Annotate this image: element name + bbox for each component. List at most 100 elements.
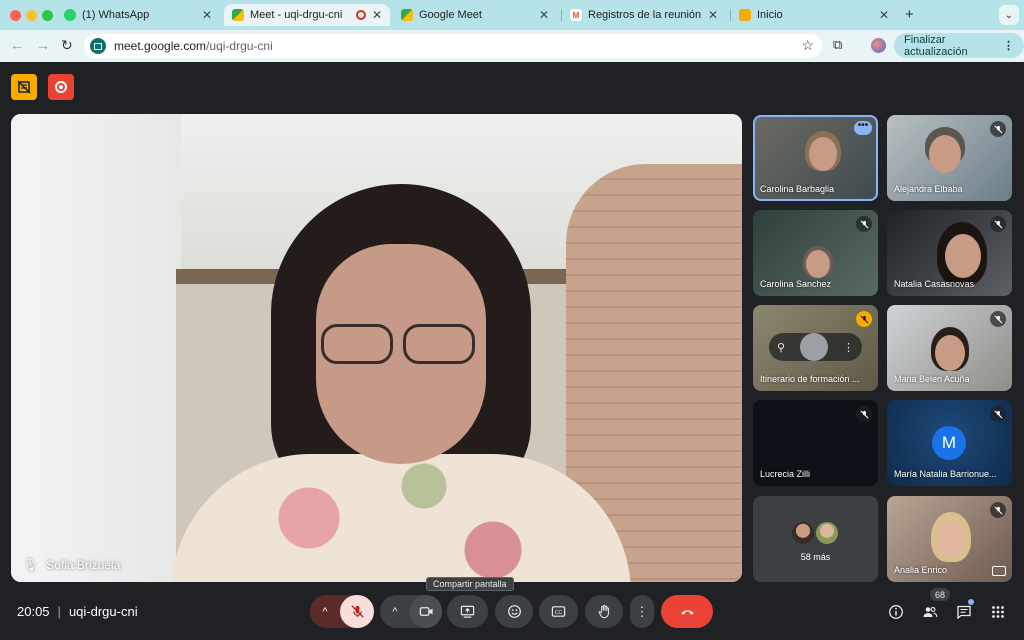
recording-indicator[interactable] [48,74,74,100]
tab-meet-active[interactable]: Meet - uqi-drgu-cni ✕ [224,4,390,26]
mic-off-icon [350,605,364,618]
apps-grid-icon [992,606,1004,618]
end-call-icon [680,610,694,615]
mic-off-icon [856,216,872,232]
meet-icon [401,9,413,21]
menu-dots-icon[interactable]: ⋮ [1003,39,1014,52]
extensions-icon[interactable]: ⧉ [833,37,842,53]
forward-icon[interactable]: → [36,37,50,53]
hand-icon [598,604,609,619]
tab-search-button[interactable]: ⌄ [999,5,1019,25]
leave-call-button[interactable] [661,595,713,628]
tab-registros[interactable]: M Registros de la reunión: 14 m ✕ [562,4,726,26]
update-button[interactable]: Finalizar actualización ⋮ [894,33,1024,58]
people-button[interactable] [920,602,940,622]
mic-control: ^ [310,595,374,628]
tab-title: Registros de la reunión: 14 m [588,9,702,21]
window-zoom-button[interactable] [42,10,53,21]
participant-tile[interactable]: Natalia Casasnovas [887,210,1012,296]
more-options-icon[interactable]: ⋮ [843,341,854,354]
more-vert-icon: ⋮ [635,603,649,619]
site-info-icon[interactable] [90,38,106,54]
meeting-code: uqi-drgu-cni [68,604,138,619]
gmail-icon: M [570,9,582,21]
mic-off-icon [990,406,1006,422]
chat-button[interactable] [954,602,974,622]
divider: | [57,604,61,619]
bookmark-star-icon[interactable]: ☆ [801,37,814,54]
participant-thumbnail [800,333,829,361]
avatar: M [932,426,966,460]
camera-control: ^ [380,595,442,628]
more-options-icon[interactable]: ••• [854,121,872,135]
mic-off-icon [990,121,1006,137]
present-icon [460,605,475,618]
participant-name: Maria Belen Acuña [894,374,970,384]
meeting-details-button[interactable] [886,602,906,622]
participant-name: Analia Enrico [894,565,948,575]
avatar [790,520,816,546]
reload-icon[interactable]: ↻ [61,37,73,54]
tab-whatsapp[interactable]: (1) WhatsApp ✕ [56,4,220,26]
participant-name: Carolina Barbaglia [760,184,835,194]
browser-toolbar: ← → ↻ meet.google.com/uqi-drgu-cni ☆ ⧉ F… [0,30,1024,62]
profile-avatar[interactable] [871,38,886,53]
meeting-info: 20:05 | uqi-drgu-cni [17,604,138,619]
url-host: meet.google.com [114,39,207,53]
mic-off-icon [990,216,1006,232]
presenting-icon: 🎙 [23,558,39,572]
mic-options-button[interactable]: ^ [310,606,340,618]
share-screen-button[interactable] [447,595,488,628]
participant-tile[interactable]: Carolina Sanchez [753,210,878,296]
tab-google-meet[interactable]: Google Meet ✕ [393,4,557,26]
notes-off-icon [17,80,31,94]
chat-icon [957,605,971,620]
camera-toggle-button[interactable] [410,595,442,628]
people-count-badge: 68 [930,588,951,601]
tab-title: Meet - uqi-drgu-cni [250,9,343,21]
address-bar[interactable]: meet.google.com/uqi-drgu-cni ☆ [84,34,822,58]
close-icon[interactable]: ✕ [539,8,549,22]
ai-notes-indicator[interactable] [11,74,37,100]
captions-button[interactable]: CC [539,595,578,628]
reactions-button[interactable] [495,595,533,628]
camera-options-button[interactable]: ^ [380,606,410,618]
mic-off-icon [990,311,1006,327]
speaker-figure [171,184,631,582]
main-speaker-video[interactable]: 🎙 Sofia Brizuela [11,114,742,582]
participant-tile[interactable]: ⚲ ⋮ Itinerario de formación ... [753,305,878,391]
more-options-button[interactable]: ⋮ [630,595,654,628]
back-icon[interactable]: ← [10,37,24,53]
mic-toggle-button[interactable] [340,595,374,628]
more-participants-tile[interactable]: 58 más [753,496,878,582]
participant-name: Lucrecia Zilli [760,469,811,479]
close-icon[interactable]: ✕ [708,8,718,22]
mic-off-icon [856,311,872,327]
url-path: /uqi-drgu-cni [206,39,273,53]
tooltip: Compartir pantalla [426,577,514,591]
tab-inicio[interactable]: Inicio ✕ [731,4,897,26]
tab-title: Inicio [757,9,783,21]
picture-in-picture-icon[interactable] [992,566,1006,576]
activities-button[interactable] [988,602,1008,622]
participant-tile[interactable]: ••• Carolina Barbaglia [753,115,878,201]
close-icon[interactable]: ✕ [202,8,212,22]
window-close-button[interactable] [10,10,21,21]
participant-tile[interactable]: M María Natalia Barrionue... [887,400,1012,486]
update-button-label: Finalizar actualización [904,33,968,58]
raise-hand-button[interactable] [585,595,623,628]
pin-icon[interactable]: ⚲ [777,341,785,354]
close-icon[interactable]: ✕ [372,8,382,22]
close-icon[interactable]: ✕ [879,8,889,22]
participant-tile[interactable]: Analia Enrico [887,496,1012,582]
emoji-icon [507,605,521,618]
main-speaker-name: Sofia Brizuela [46,558,121,572]
people-icon [923,607,938,618]
svg-text:CC: CC [555,610,563,616]
participant-tile[interactable]: Alejandra Elbaba [887,115,1012,201]
participant-tile[interactable]: Lucrecia Zilli [753,400,878,486]
window-minimize-button[interactable] [26,10,37,21]
new-tab-button[interactable]: + [905,6,914,23]
participant-tile[interactable]: Maria Belen Acuña [887,305,1012,391]
clock: 20:05 [17,604,50,619]
